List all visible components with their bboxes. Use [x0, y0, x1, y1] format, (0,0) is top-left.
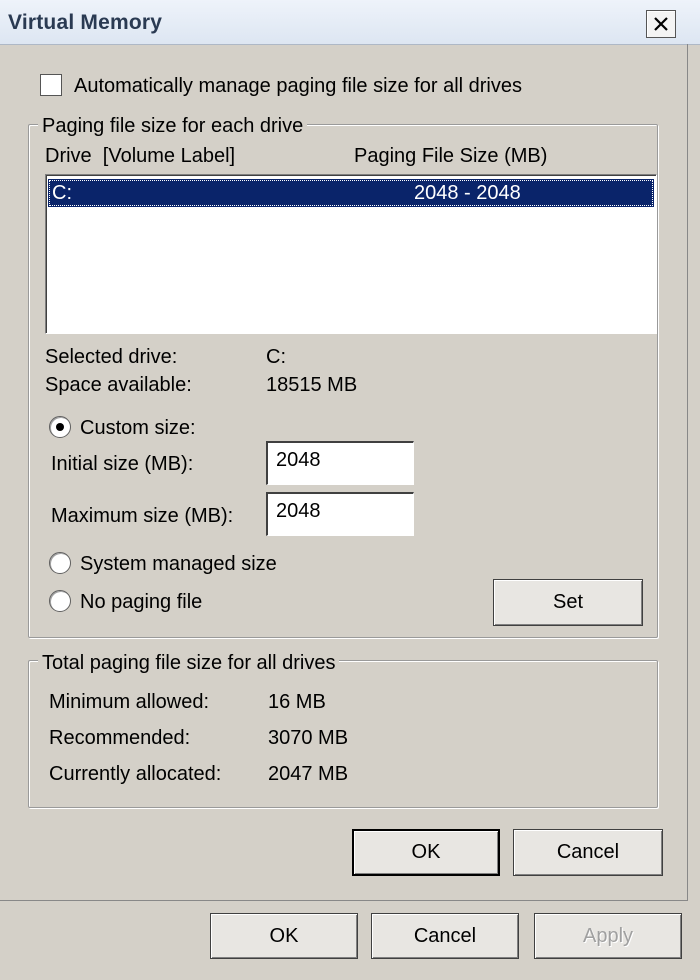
maximum-size-input[interactable]: 2048 — [266, 492, 414, 536]
parent-cancel-button[interactable]: Cancel — [371, 913, 519, 959]
window-title: Virtual Memory — [8, 11, 163, 34]
totals-group-legend: Total paging file size for all drives — [38, 652, 340, 675]
space-available-value: 18515 MB — [266, 374, 358, 396]
dialog-ok-button[interactable]: OK — [352, 829, 500, 876]
radio-selected-dot — [56, 423, 64, 431]
close-button[interactable] — [646, 10, 676, 38]
close-icon — [654, 17, 668, 31]
column-header-drive[interactable]: Drive [Volume Label] — [45, 145, 235, 168]
space-available-label: Space available: — [45, 374, 192, 396]
column-header-size[interactable]: Paging File Size (MB) — [354, 145, 547, 168]
drive-list[interactable]: C: 2048 - 2048 — [45, 174, 657, 334]
recommended-value: 3070 MB — [268, 727, 349, 749]
dialog-cancel-button[interactable]: Cancel — [513, 829, 663, 876]
drive-row-drive: C: — [52, 182, 72, 204]
minimum-allowed-value: 16 MB — [268, 691, 326, 713]
set-button[interactable]: Set — [493, 579, 643, 626]
drive-row-c[interactable]: C: 2048 - 2048 — [48, 179, 654, 207]
custom-size-label: Custom size: — [80, 417, 196, 439]
selected-drive-label: Selected drive: — [45, 346, 178, 368]
initial-size-input[interactable]: 2048 — [266, 441, 414, 485]
system-managed-label: System managed size — [80, 553, 277, 575]
system-managed-radio[interactable] — [49, 552, 71, 574]
minimum-allowed-label: Minimum allowed: — [49, 691, 210, 713]
no-paging-label: No paging file — [80, 591, 203, 613]
drive-list-header: Drive [Volume Label] Paging File Size (M… — [44, 142, 656, 174]
paging-file-group-legend: Paging file size for each drive — [38, 115, 308, 138]
title-bar: Virtual Memory — [0, 0, 700, 45]
drive-row-size: 2048 - 2048 — [414, 182, 521, 204]
parent-ok-button[interactable]: OK — [210, 913, 358, 959]
maximum-size-label: Maximum size (MB): — [51, 505, 234, 527]
recommended-label: Recommended: — [49, 727, 191, 749]
currently-allocated-label: Currently allocated: — [49, 763, 222, 785]
parent-apply-button: Apply — [534, 913, 682, 959]
selected-drive-value: C: — [266, 346, 286, 368]
currently-allocated-value: 2047 MB — [268, 763, 349, 785]
auto-manage-label: Automatically manage paging file size fo… — [74, 75, 522, 97]
no-paging-radio[interactable] — [49, 590, 71, 612]
auto-manage-checkbox[interactable] — [40, 74, 62, 96]
initial-size-label: Initial size (MB): — [51, 453, 194, 475]
custom-size-radio[interactable] — [49, 416, 71, 438]
